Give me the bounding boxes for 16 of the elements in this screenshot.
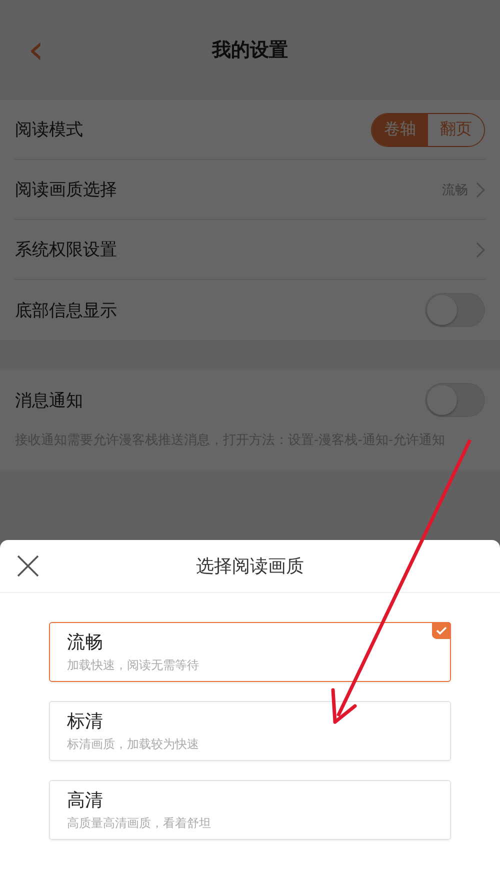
toggle-switch[interactable]: [425, 383, 485, 417]
setting-label: 阅读画质选择: [15, 179, 118, 201]
quality-option[interactable]: 高清 高质量高清画质，看着舒坦: [49, 780, 451, 840]
check-icon: [432, 622, 451, 639]
quality-option[interactable]: 流畅 加载快速，阅读无需等待: [49, 622, 451, 682]
close-icon[interactable]: [16, 554, 40, 578]
setting-label: 底部信息显示: [15, 300, 118, 322]
chevron-right-icon[interactable]: [476, 182, 485, 198]
page-title: 我的设置: [212, 38, 288, 63]
toggle-switch[interactable]: [425, 293, 485, 327]
sheet-title: 选择阅读画质: [196, 555, 304, 578]
setting-label: 消息通知: [15, 390, 84, 412]
quality-option[interactable]: 标清 标清画质，加载较为快速: [49, 701, 451, 761]
setting-label: 系统权限设置: [15, 239, 118, 261]
chevron-right-icon[interactable]: [476, 242, 485, 258]
setting-label: 阅读模式: [15, 119, 84, 141]
